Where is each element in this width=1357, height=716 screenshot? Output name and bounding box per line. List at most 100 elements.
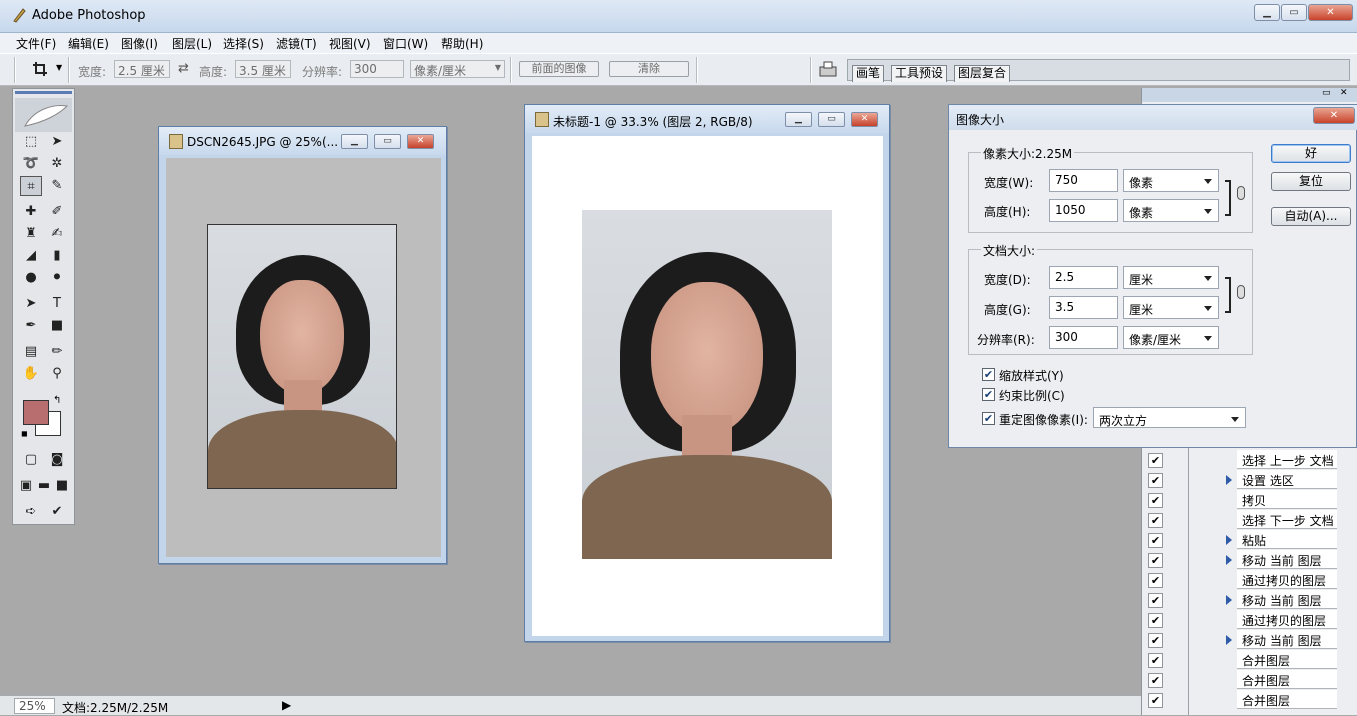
brush-tool-icon[interactable]: ✐ — [46, 202, 68, 222]
check-icon[interactable]: ✔ — [1148, 573, 1163, 588]
menu-view[interactable]: 视图(V) — [329, 35, 371, 52]
tab-brushes[interactable]: 画笔 — [852, 65, 885, 82]
crop-unit-select[interactable]: 像素/厘米 ▼ — [410, 60, 505, 78]
constrain-proportions-checkbox[interactable]: ✔ — [982, 388, 995, 401]
notes-tool-icon[interactable]: ▤ — [20, 342, 42, 362]
history-row[interactable]: ✔ 移动 当前 图层 — [1142, 630, 1357, 650]
front-image-button[interactable]: 前面的图像 — [519, 61, 599, 77]
history-row[interactable]: ✔ 合并图层 — [1142, 670, 1357, 690]
history-item[interactable]: 合并图层 — [1237, 690, 1337, 709]
doc2-maximize-button[interactable]: ▭ — [818, 112, 845, 127]
screen-mode-standard-icon[interactable]: ▣ — [17, 476, 35, 496]
ok-button[interactable]: 好 — [1271, 144, 1351, 163]
magic-wand-icon[interactable]: ✲ — [46, 154, 68, 174]
swap-colors-icon[interactable]: ↰ — [53, 395, 61, 406]
check-icon[interactable]: ✔ — [1148, 553, 1163, 568]
auto-button[interactable]: 自动(A)... — [1271, 207, 1351, 226]
check-icon[interactable]: ✔ — [1148, 613, 1163, 628]
check-icon[interactable]: ✔ — [1148, 633, 1163, 648]
scale-styles-checkbox[interactable]: ✔ — [982, 368, 995, 381]
history-row[interactable]: ✔ 设置 选区 — [1142, 470, 1357, 490]
document-1-canvas[interactable] — [166, 158, 441, 557]
check-icon[interactable]: ✔ — [1148, 653, 1163, 668]
screen-mode-full-menu-icon[interactable]: ▬ — [35, 476, 53, 496]
doc-width-input[interactable]: 2.5 — [1049, 266, 1118, 289]
check-icon[interactable]: ✔ — [1148, 673, 1163, 688]
maximize-button[interactable]: ▭ — [1281, 4, 1307, 21]
menu-select[interactable]: 选择(S) — [223, 35, 264, 52]
history-item[interactable]: 合并图层 — [1237, 670, 1337, 689]
panel-minimize-icon[interactable]: ▭ — [1322, 88, 1331, 98]
menu-file[interactable]: 文件(F) — [16, 35, 56, 52]
history-item[interactable]: 移动 当前 图层 — [1237, 590, 1337, 609]
doc2-close-button[interactable]: ✕ — [851, 112, 878, 127]
document-2-canvas[interactable] — [532, 136, 883, 636]
check-icon[interactable]: ✔ — [1148, 513, 1163, 528]
resample-method-select[interactable]: 两次立方 — [1093, 407, 1246, 428]
crop-resolution-field[interactable]: 300 — [350, 60, 404, 78]
doc1-minimize-button[interactable]: ▁ — [341, 134, 368, 149]
crop-width-field[interactable]: 2.5 厘米 — [114, 60, 170, 78]
document-1-title-bar[interactable]: DSCN2645.JPG @ 25%(... ▁ ▭ ✕ — [159, 127, 446, 155]
menu-layer[interactable]: 图层(L) — [172, 35, 212, 52]
tab-tool-presets[interactable]: 工具预设 — [891, 65, 948, 82]
history-item[interactable]: 粘贴 — [1237, 530, 1337, 549]
edit-in-imageready-icon[interactable]: ✔ — [46, 502, 68, 522]
history-item[interactable]: 选择 下一步 文档 — [1237, 510, 1337, 529]
palette-well-icon[interactable] — [818, 59, 838, 79]
resample-checkbox[interactable]: ✔ — [982, 412, 995, 425]
history-row[interactable]: ✔ 合并图层 — [1142, 690, 1357, 710]
minimize-button[interactable]: ▁ — [1254, 4, 1280, 21]
doc1-maximize-button[interactable]: ▭ — [374, 134, 401, 149]
document-window-1[interactable]: DSCN2645.JPG @ 25%(... ▁ ▭ ✕ — [158, 126, 447, 564]
history-row[interactable]: ✔ 通过拷贝的图层 — [1142, 570, 1357, 590]
check-icon[interactable]: ✔ — [1148, 453, 1163, 468]
history-row[interactable]: ✔ 选择 下一步 文档 — [1142, 510, 1357, 530]
check-icon[interactable]: ✔ — [1148, 533, 1163, 548]
doc1-close-button[interactable]: ✕ — [407, 134, 434, 149]
pixel-width-unit-select[interactable]: 像素 — [1123, 169, 1219, 192]
menu-image[interactable]: 图像(I) — [121, 35, 158, 52]
resolution-input[interactable]: 300 — [1049, 326, 1118, 349]
doc2-minimize-button[interactable]: ▁ — [785, 112, 812, 127]
check-icon[interactable]: ✔ — [1148, 693, 1163, 708]
status-menu-arrow-icon[interactable]: ▶ — [282, 698, 291, 712]
zoom-level-field[interactable]: 25% — [14, 698, 55, 714]
history-item[interactable]: 拷贝 — [1237, 490, 1337, 509]
menu-filter[interactable]: 滤镜(T) — [276, 35, 317, 52]
type-tool-icon[interactable]: T — [46, 294, 68, 314]
panel-close-icon[interactable]: ✕ — [1340, 88, 1348, 98]
pixel-width-input[interactable]: 750 — [1049, 169, 1118, 192]
standard-mode-icon[interactable]: ▢ — [20, 450, 42, 470]
document-2-title-bar[interactable]: 未标题-1 @ 33.3% (图层 2, RGB/8) ▁ ▭ ✕ — [525, 105, 889, 133]
pixel-height-input[interactable]: 1050 — [1049, 199, 1118, 222]
history-item[interactable]: 通过拷贝的图层 — [1237, 570, 1337, 589]
history-row[interactable]: ✔ 通过拷贝的图层 — [1142, 610, 1357, 630]
crop-tool-icon[interactable] — [32, 61, 48, 77]
check-icon[interactable]: ✔ — [1148, 493, 1163, 508]
expand-arrow-icon[interactable] — [1226, 595, 1232, 605]
document-window-2[interactable]: 未标题-1 @ 33.3% (图层 2, RGB/8) ▁ ▭ ✕ — [524, 104, 890, 642]
lasso-tool-icon[interactable]: ➰ — [20, 154, 42, 174]
clear-button[interactable]: 清除 — [609, 61, 689, 77]
adobe-feather-icon[interactable] — [15, 98, 72, 132]
dialog-title-bar[interactable]: 图像大小 ✕ — [949, 105, 1357, 130]
shape-tool-icon[interactable]: ■ — [46, 316, 68, 336]
menu-edit[interactable]: 编辑(E) — [68, 35, 109, 52]
quick-mask-icon[interactable]: ◙ — [46, 450, 68, 470]
toolbox-grip[interactable] — [15, 91, 72, 94]
history-panel-header[interactable]: ▭ ✕ — [1142, 88, 1357, 102]
history-item[interactable]: 合并图层 — [1237, 650, 1337, 669]
tab-layer-comps[interactable]: 图层复合 — [954, 65, 1011, 82]
reset-button[interactable]: 复位 — [1271, 172, 1351, 191]
path-selection-icon[interactable]: ➤ — [20, 294, 42, 314]
check-icon[interactable]: ✔ — [1148, 593, 1163, 608]
history-brush-icon[interactable]: ✍ — [46, 224, 68, 244]
resolution-unit-select[interactable]: 像素/厘米 — [1123, 326, 1219, 349]
history-item[interactable]: 通过拷贝的图层 — [1237, 610, 1337, 629]
history-row[interactable]: ✔ 拷贝 — [1142, 490, 1357, 510]
doc-width-unit-select[interactable]: 厘米 — [1123, 266, 1219, 289]
marquee-tool-icon[interactable]: ⬚ — [20, 132, 42, 152]
gradient-tool-icon[interactable]: ▮ — [46, 246, 68, 266]
move-tool-icon[interactable]: ➤ — [46, 132, 68, 152]
